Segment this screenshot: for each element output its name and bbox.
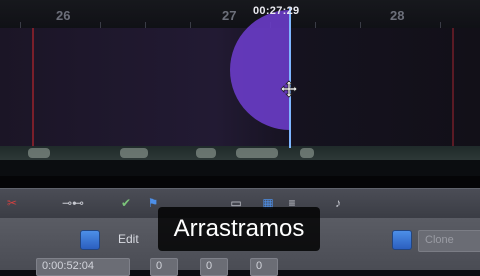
waveform-blob (236, 148, 278, 158)
ruler-label-28: 28 (390, 8, 405, 23)
dropdown-button-right[interactable] (392, 230, 412, 250)
timecode-field[interactable]: 0:00:52:04 (36, 258, 130, 276)
value-field-c[interactable]: 0 (250, 258, 278, 276)
value-field-a[interactable]: 0 (150, 258, 178, 276)
waveform-blob (300, 148, 314, 158)
check-icon[interactable]: ✔ (118, 196, 134, 210)
value-field-c-text: 0 (256, 260, 263, 272)
clone-field[interactable]: Clone (418, 230, 480, 252)
waveform-blob (120, 148, 148, 158)
link-icon[interactable]: ⊸⊷ (60, 196, 86, 210)
playhead[interactable] (289, 8, 291, 148)
value-field-b-text: 0 (206, 260, 213, 272)
value-field-b[interactable]: 0 (200, 258, 228, 276)
track-bottom-gap (0, 160, 480, 176)
playhead-timecode: 00:27:29 (253, 5, 300, 17)
ruler-label-26: 26 (56, 8, 71, 23)
clone-field-placeholder: Clone (425, 234, 454, 246)
edit-label[interactable]: Edit (118, 232, 139, 246)
dropdown-button[interactable] (80, 230, 100, 250)
waveform-blob (196, 148, 216, 158)
timecode-field-value: 0:00:52:04 (42, 260, 94, 272)
audio-icon[interactable]: ♪ (330, 196, 346, 210)
ruler-label-27: 27 (222, 8, 237, 23)
timeline-ruler[interactable]: 26 27 28 (0, 0, 480, 29)
move-cursor-icon (280, 80, 298, 98)
waveform-blob (28, 148, 50, 158)
value-field-a-text: 0 (156, 260, 163, 272)
scissors-icon[interactable]: ✂ (4, 196, 20, 210)
panel-divider (0, 176, 480, 188)
subtitle-caption: Arrastramos (158, 207, 320, 251)
